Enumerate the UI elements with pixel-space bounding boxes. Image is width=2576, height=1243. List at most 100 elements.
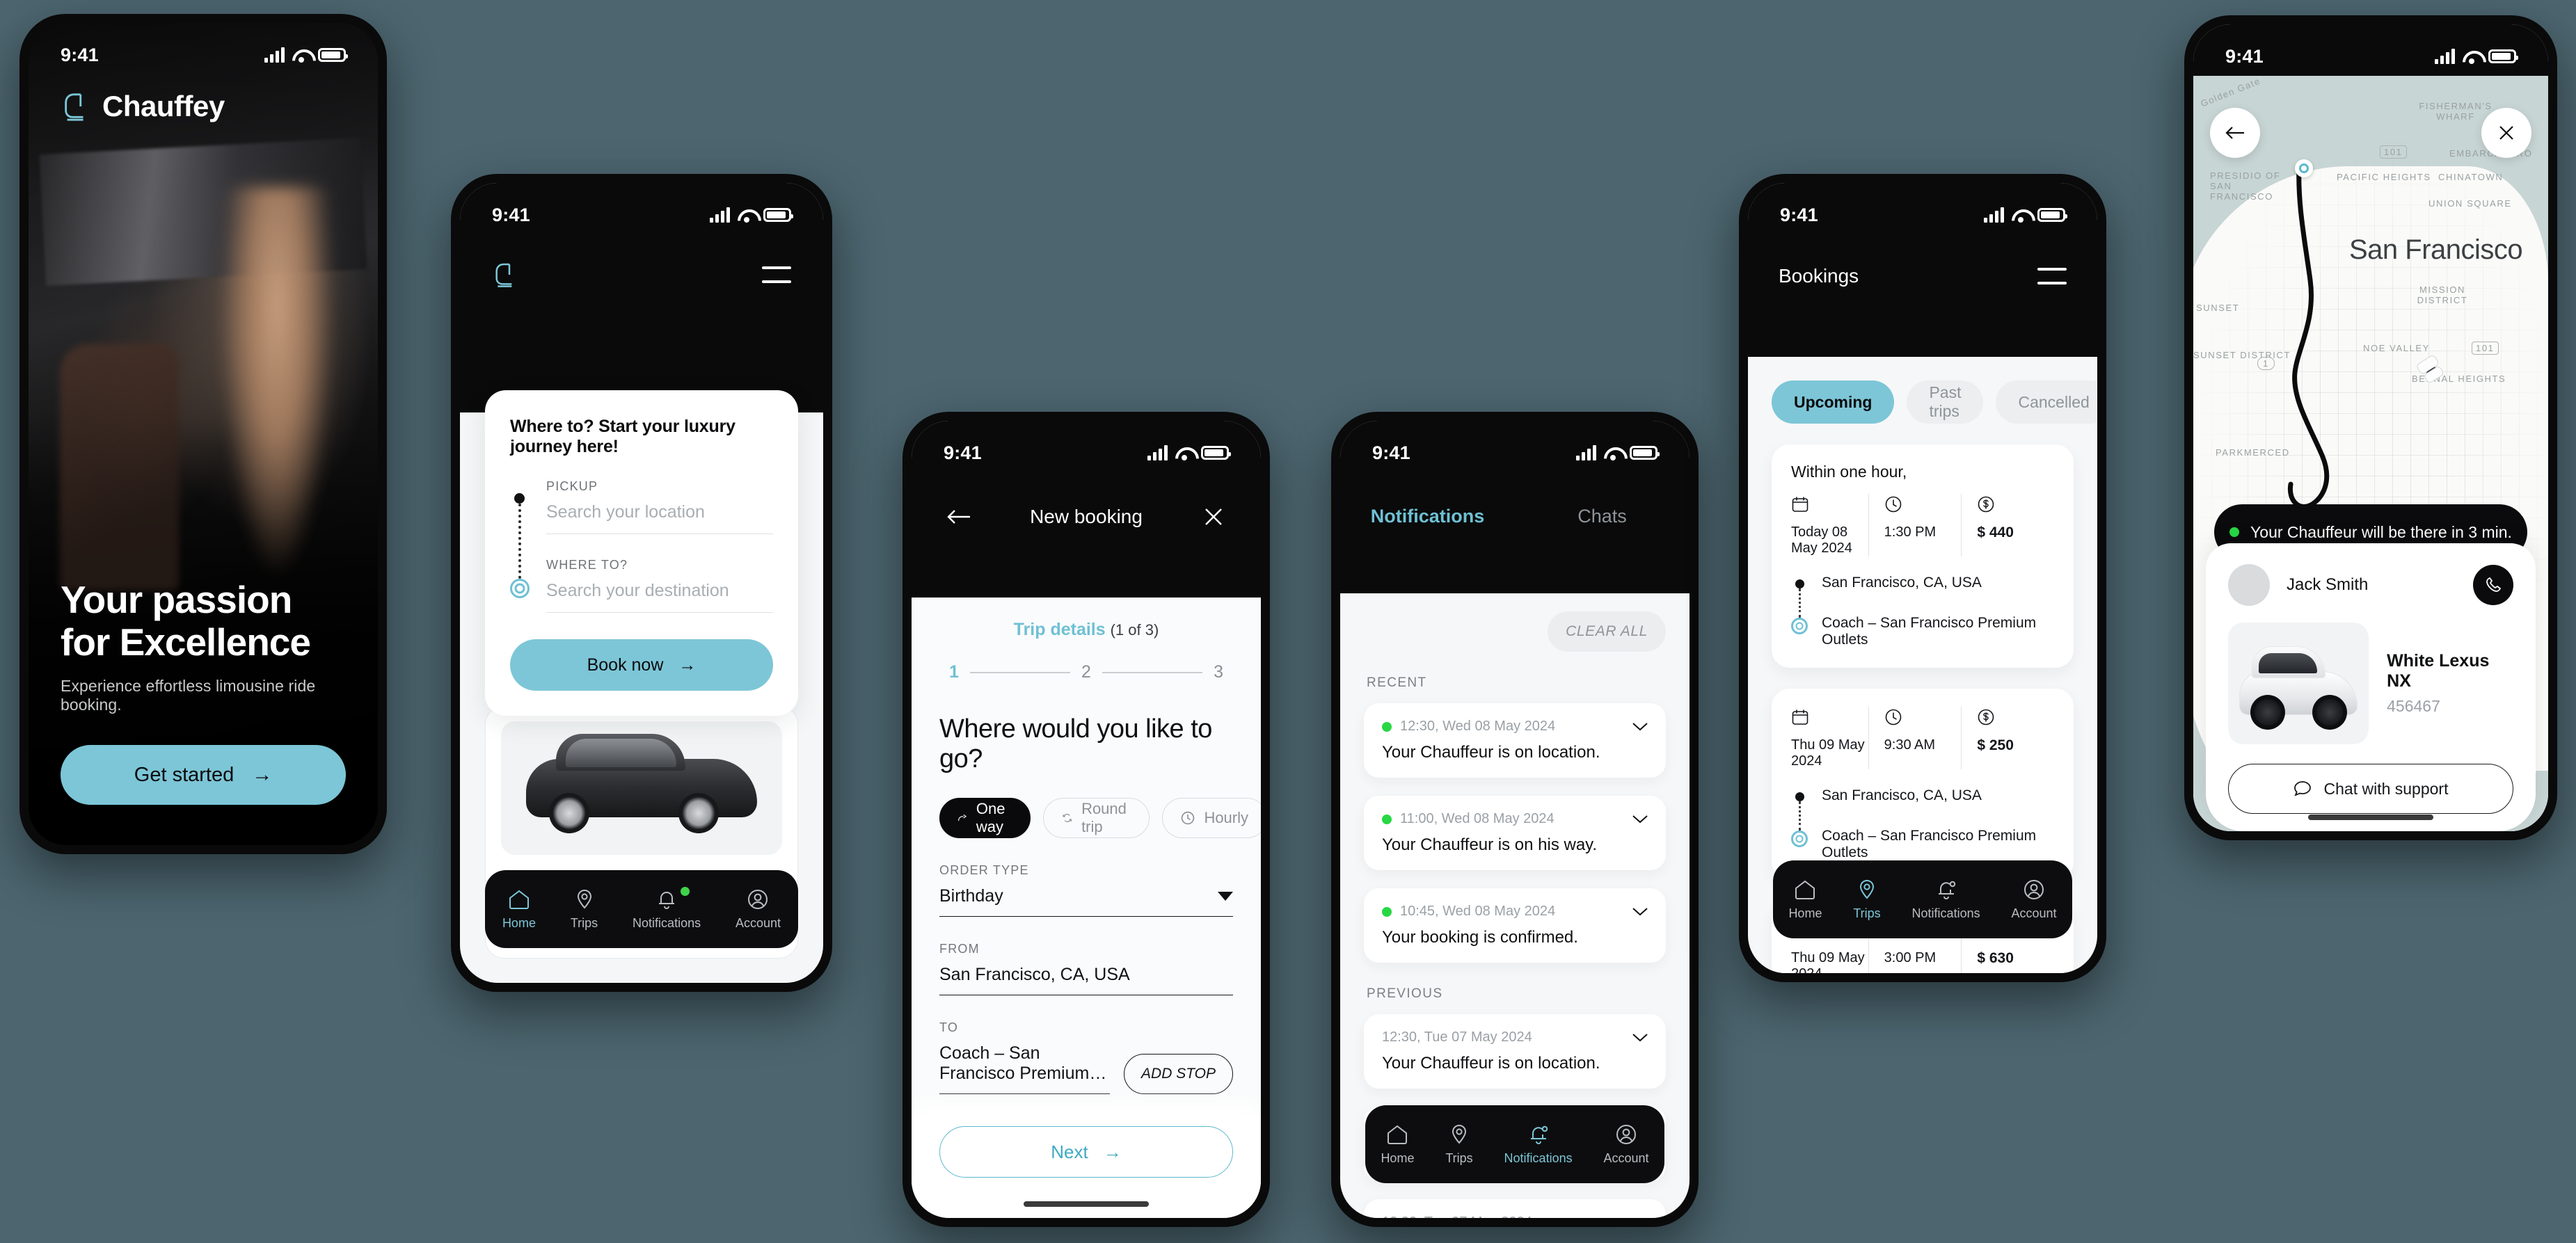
- hamburger-menu-icon[interactable]: [2037, 268, 2067, 284]
- trip-type-group: One way Round trip Hourly: [939, 798, 1261, 838]
- chat-with-support-button[interactable]: Chat with support: [2228, 764, 2513, 814]
- chevron-down-icon[interactable]: [1632, 907, 1648, 916]
- booking-date: Thu 09 May 2024: [1791, 950, 1865, 973]
- home-indicator: [2308, 815, 2433, 820]
- battery-icon: [1630, 446, 1660, 460]
- trip-type-round-trip[interactable]: Round trip: [1042, 798, 1150, 838]
- home-icon: [509, 890, 529, 909]
- tab-home[interactable]: Home: [502, 888, 536, 931]
- battery-icon: [318, 48, 348, 62]
- bottom-tab-bar: Home Trips Notifications Account: [1773, 860, 2072, 938]
- tab-notifications[interactable]: Notifications: [1504, 1123, 1573, 1166]
- step-3[interactable]: 3: [1214, 662, 1223, 682]
- tab-chats[interactable]: Chats: [1515, 506, 1689, 527]
- booking-card[interactable]: Thu 09 May 2024 9:30 AM $ 250 San Franci…: [1772, 689, 2074, 881]
- step-2[interactable]: 2: [1081, 662, 1091, 682]
- bell-icon: [659, 891, 675, 909]
- notification-item[interactable]: 10:45, Wed 08 May 2024 Your booking is c…: [1364, 888, 1666, 963]
- chevron-down-icon[interactable]: [1632, 815, 1648, 824]
- back-button[interactable]: [2210, 108, 2260, 158]
- fleet-vehicle-image: [501, 721, 782, 855]
- status-bar: 9:41: [460, 183, 823, 234]
- back-button[interactable]: [944, 502, 974, 532]
- tab-account[interactable]: Account: [736, 888, 781, 931]
- from-input[interactable]: San Francisco, CA, USA: [939, 956, 1233, 995]
- tab-notifications[interactable]: Notifications: [1912, 879, 1980, 921]
- next-button[interactable]: Next →: [939, 1126, 1233, 1178]
- tab-account[interactable]: Account: [2011, 879, 2057, 921]
- battery-icon: [763, 208, 793, 222]
- add-stop-button[interactable]: ADD STOP: [1124, 1054, 1233, 1094]
- trip-type-one-way-label: One way: [976, 800, 1005, 835]
- cellular-signal-icon: [1147, 445, 1168, 460]
- next-label: Next: [1051, 1141, 1088, 1162]
- notification-item[interactable]: 12:30, Wed 08 May 2024 Your Chauffeur is…: [1364, 703, 1666, 778]
- price-icon: [1978, 496, 1994, 513]
- clock-icon: [1182, 811, 1195, 825]
- to-input[interactable]: Coach – San Francisco Premium…: [939, 1035, 1111, 1094]
- close-button[interactable]: [2481, 108, 2531, 158]
- book-now-button[interactable]: Book now →: [510, 639, 773, 691]
- trip-type-hourly[interactable]: Hourly: [1162, 798, 1261, 838]
- brand-name: Chauffey: [102, 90, 225, 122]
- chevron-down-icon[interactable]: [1632, 1033, 1648, 1042]
- tab-trips-label: Trips: [1853, 906, 1881, 920]
- tab-home-label: Home: [1381, 1150, 1415, 1165]
- tracking-screen: 9:41 Golden Gate FISHERMAN'S WHARF EMBAR…: [2193, 24, 2548, 831]
- tab-notifications[interactable]: Notifications: [1340, 506, 1515, 527]
- wifi-icon: [2012, 208, 2030, 223]
- chauffey-logo-icon[interactable]: [492, 259, 520, 290]
- clear-all-button[interactable]: CLEAR ALL: [1548, 611, 1666, 652]
- tab-trips-label: Trips: [1445, 1150, 1473, 1165]
- hamburger-menu-icon[interactable]: [762, 266, 791, 283]
- tab-account[interactable]: Account: [1603, 1123, 1649, 1166]
- destination-pin-icon: [510, 579, 530, 598]
- tab-trips[interactable]: Trips: [571, 888, 598, 931]
- get-started-button[interactable]: Get started →: [61, 745, 346, 805]
- notification-time: 12:30, Tue 07 May 2024: [1382, 1029, 1532, 1045]
- unread-dot: [1382, 721, 1392, 732]
- avatar: [2228, 564, 2270, 606]
- previous-section-label: PREVIOUS: [1367, 986, 1443, 1001]
- filter-upcoming[interactable]: Upcoming: [1772, 380, 1895, 424]
- route-dash-line: [1799, 588, 1809, 618]
- tab-trips[interactable]: Trips: [1853, 879, 1881, 921]
- origin-marker: [2295, 159, 2313, 177]
- tab-trips[interactable]: Trips: [1445, 1123, 1473, 1166]
- destination-input[interactable]: Search your destination: [546, 572, 773, 613]
- pickup-input[interactable]: Search your location: [546, 494, 773, 534]
- notification-message: Your Chauffeur is on location.: [1382, 1054, 1600, 1073]
- bottom-tab-bar: Home Trips Notifications Account: [485, 870, 798, 948]
- cellular-signal-icon: [710, 207, 730, 223]
- trip-type-hourly-label: Hourly: [1204, 809, 1249, 826]
- step-divider-2: [1102, 671, 1203, 673]
- arrow-turn-right-icon: [958, 814, 967, 821]
- vehicle-name: White Lexus NX: [2387, 651, 2490, 691]
- booking-card[interactable]: Within one hour, Today 08 May 2024 1:30 …: [1772, 444, 2074, 668]
- call-driver-button[interactable]: [2473, 565, 2513, 605]
- chevron-down-icon[interactable]: [1632, 722, 1648, 731]
- step-counter: (1 of 3): [1110, 621, 1159, 639]
- tab-home[interactable]: Home: [1381, 1123, 1414, 1166]
- filter-past-trips[interactable]: Past trips: [1907, 380, 1984, 424]
- trip-type-one-way[interactable]: One way: [939, 798, 1031, 838]
- cellular-signal-icon: [1984, 207, 2004, 223]
- tab-notifications[interactable]: Notifications: [633, 886, 701, 931]
- filter-cancelled[interactable]: Cancelled: [1996, 380, 2097, 424]
- unread-dot: [1382, 906, 1392, 917]
- step-1[interactable]: 1: [949, 662, 959, 682]
- driver-card: Jack Smith White Lexus NX 456467 Chat wi…: [2206, 543, 2536, 831]
- calendar-icon: [1792, 709, 1808, 725]
- order-type-select[interactable]: Birthday: [939, 878, 1233, 917]
- notification-item[interactable]: 12:30, Tue 07 May 2024 Your booking is c…: [1364, 1199, 1666, 1218]
- notification-time: 11:00, Wed 08 May 2024: [1400, 811, 1555, 826]
- arrow-right-icon: →: [678, 655, 697, 675]
- unread-dot: [1382, 814, 1392, 824]
- pickup-label: PICKUP: [546, 479, 598, 493]
- close-button[interactable]: [1198, 502, 1229, 532]
- notification-item[interactable]: 11:00, Wed 08 May 2024 Your Chauffeur is…: [1364, 796, 1666, 870]
- booking-time: 1:30 PM: [1884, 524, 1937, 540]
- notification-item[interactable]: 12:30, Tue 07 May 2024 Your Chauffeur is…: [1364, 1014, 1666, 1089]
- booking-time: 3:00 PM: [1884, 950, 1937, 965]
- tab-home[interactable]: Home: [1788, 879, 1822, 921]
